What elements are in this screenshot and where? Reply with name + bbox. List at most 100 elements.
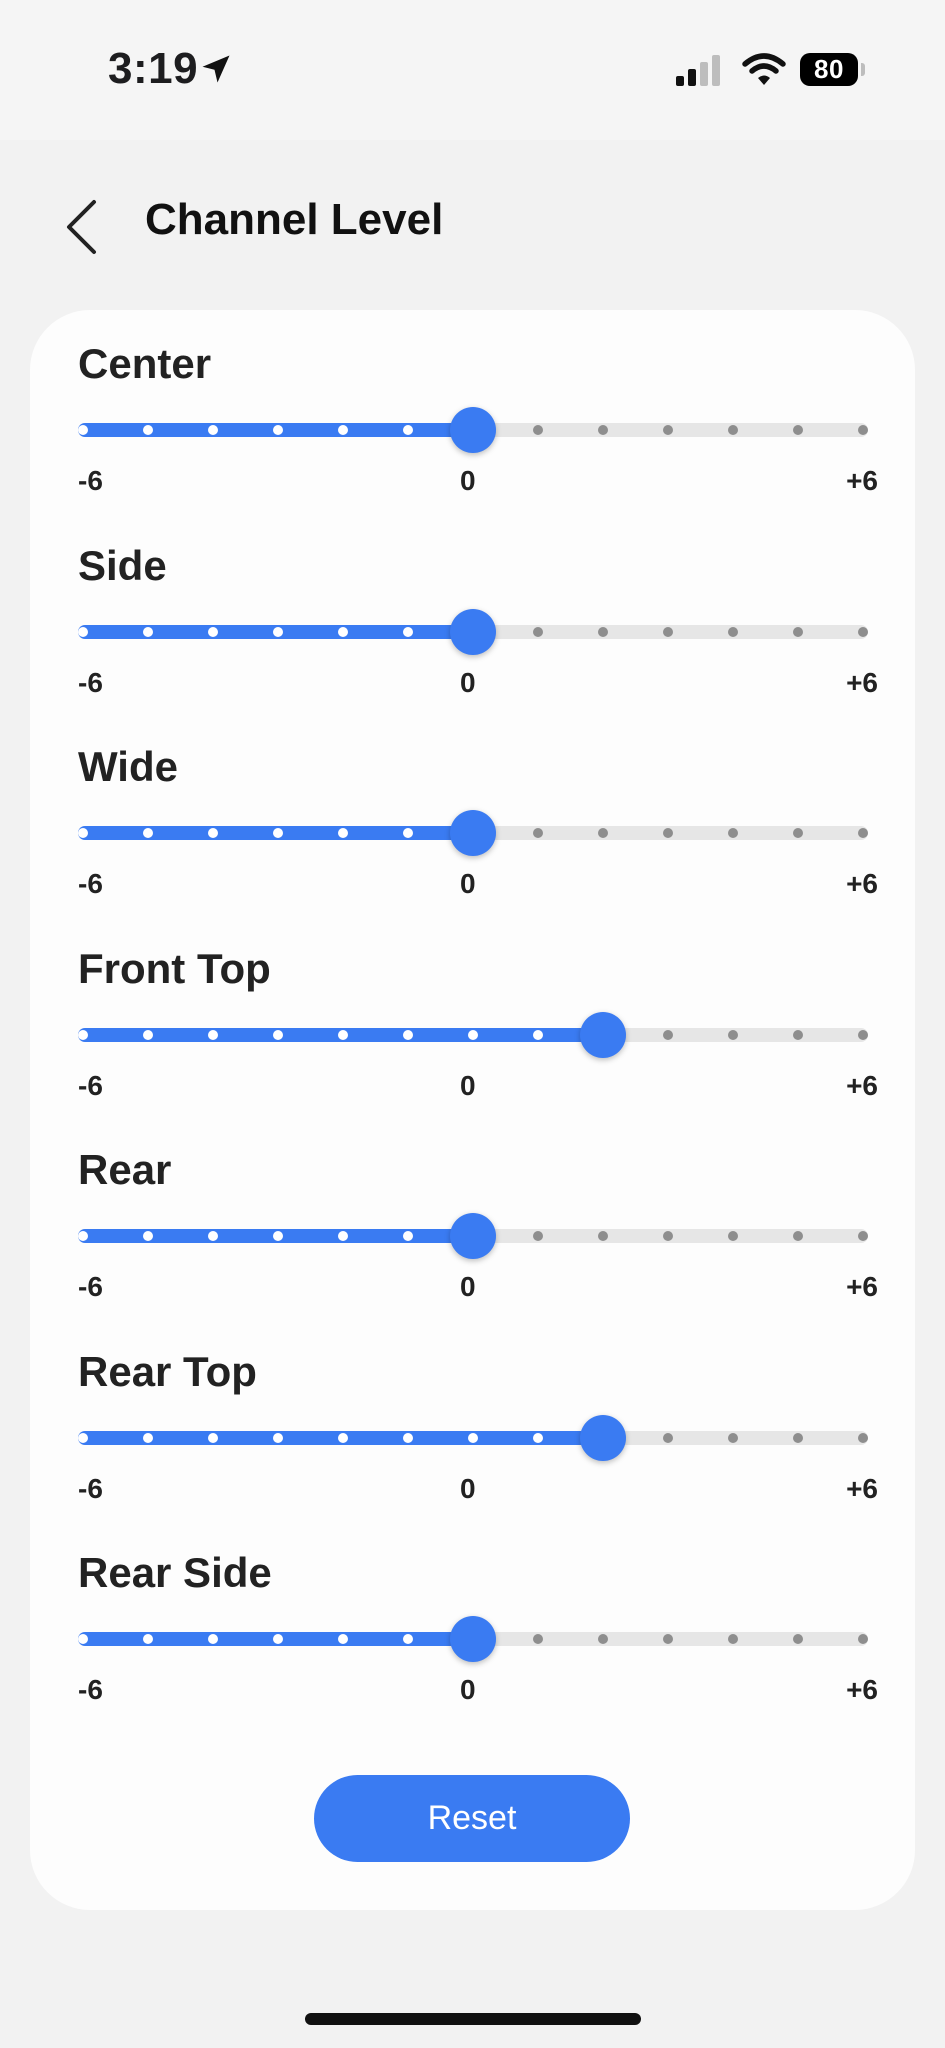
slider-tick [793,1432,803,1443]
slider-thumb[interactable] [450,608,496,655]
status-bar: 3:19 80 [0,0,945,140]
slider-tick [273,626,283,637]
slider-thumb[interactable] [580,1414,626,1461]
slider-thumb[interactable] [450,407,496,453]
slider-tick [533,1029,543,1040]
slider-tick [338,828,348,838]
slider-tick [273,1634,283,1644]
slider-tick [208,1029,218,1040]
header: Channel Level [0,140,945,300]
reset-button[interactable]: Reset [314,1775,630,1862]
channel-row: Rear Side -6 0 +6 [30,1519,915,1719]
slider-tick [793,1634,803,1644]
slider-tick [598,1634,608,1644]
slider-tick [533,828,543,838]
slider-tick [338,1029,348,1040]
slider-tick [533,1634,543,1644]
slider-tick [858,1634,868,1644]
channel-level-slider[interactable] [78,808,878,858]
channel-label: Side [78,541,167,589]
scale-min-label: -6 [78,868,103,899]
slider-tick [403,828,413,838]
slider-tick [273,1432,283,1443]
slider-tick [858,626,868,637]
slider-tick [143,425,153,435]
scale-min-label: -6 [78,1674,103,1705]
slider-tick [533,1432,543,1443]
channel-level-slider[interactable] [78,1211,878,1261]
channel-level-slider[interactable] [78,1413,878,1463]
slider-thumb[interactable] [450,810,496,856]
channel-level-slider[interactable] [78,1010,878,1060]
scale-zero-label: 0 [460,1674,476,1705]
slider-tick [208,425,218,435]
channel-row: Center -6 0 +6 [30,310,915,510]
slider-tick [338,425,348,435]
slider-tick [793,626,803,637]
slider-tick [208,1634,218,1644]
channel-label: Rear Top [78,1347,257,1395]
slider-tick [728,828,738,838]
channel-label: Front Top [78,944,271,992]
slider-tick [533,626,543,637]
slider-tick [338,1432,348,1443]
location-arrow-icon [202,55,230,83]
scale-zero-label: 0 [460,666,476,698]
slider-thumb[interactable] [580,1011,626,1058]
channel-row: Rear Top -6 0 +6 [30,1318,915,1518]
slider-tick [533,425,543,435]
slider-tick [663,1432,673,1443]
slider-tick [793,1029,803,1040]
slider-thumb[interactable] [450,1616,496,1662]
battery-icon: 80 [800,53,858,86]
slider-tick [338,1231,348,1241]
slider-scale-labels: -6 0 +6 [78,1271,878,1311]
slider-tick [663,425,673,435]
slider-tick [663,1634,673,1644]
channel-row: Front Top -6 0 +6 [30,915,915,1115]
slider-tick [598,425,608,435]
slider-tick [403,1432,413,1443]
scale-max-label: +6 [846,868,878,899]
slider-tick [728,425,738,435]
slider-tick [403,425,413,435]
slider-tick [728,1231,738,1241]
channel-level-slider[interactable] [78,1614,878,1664]
scale-min-label: -6 [78,666,103,698]
slider-tick [208,1231,218,1241]
slider-tick [858,425,868,435]
scale-min-label: -6 [78,1069,103,1101]
channel-level-slider[interactable] [78,607,878,657]
channel-row: Wide -6 0 +6 [30,713,915,913]
slider-tick [858,1432,868,1443]
scale-zero-label: 0 [460,1069,476,1101]
slider-tick [663,1029,673,1040]
slider-tick [78,425,88,435]
cellular-signal-icon [676,55,720,86]
channel-label: Center [78,340,212,387]
battery-level: 80 [814,54,844,84]
channel-label: Wide [78,743,178,790]
scale-min-label: -6 [78,1472,103,1504]
slider-tick [273,1231,283,1241]
slider-tick [78,1029,88,1040]
scale-min-label: -6 [78,465,103,496]
slider-tick [728,626,738,637]
scale-max-label: +6 [846,1271,878,1302]
channel-label: Rear Side [78,1549,272,1596]
channel-level-slider[interactable] [78,405,878,455]
slider-tick [598,626,608,637]
scale-zero-label: 0 [460,868,476,899]
scale-max-label: +6 [846,1472,878,1504]
slider-tick [728,1432,738,1443]
scale-max-label: +6 [846,465,878,496]
slider-tick [468,1029,478,1040]
slider-tick [273,828,283,838]
slider-tick [728,1634,738,1644]
slider-tick [208,828,218,838]
slider-thumb[interactable] [450,1213,496,1259]
slider-tick [533,1231,543,1241]
status-time: 3:19 [108,44,199,93]
back-button[interactable] [56,192,106,262]
slider-tick [338,626,348,637]
